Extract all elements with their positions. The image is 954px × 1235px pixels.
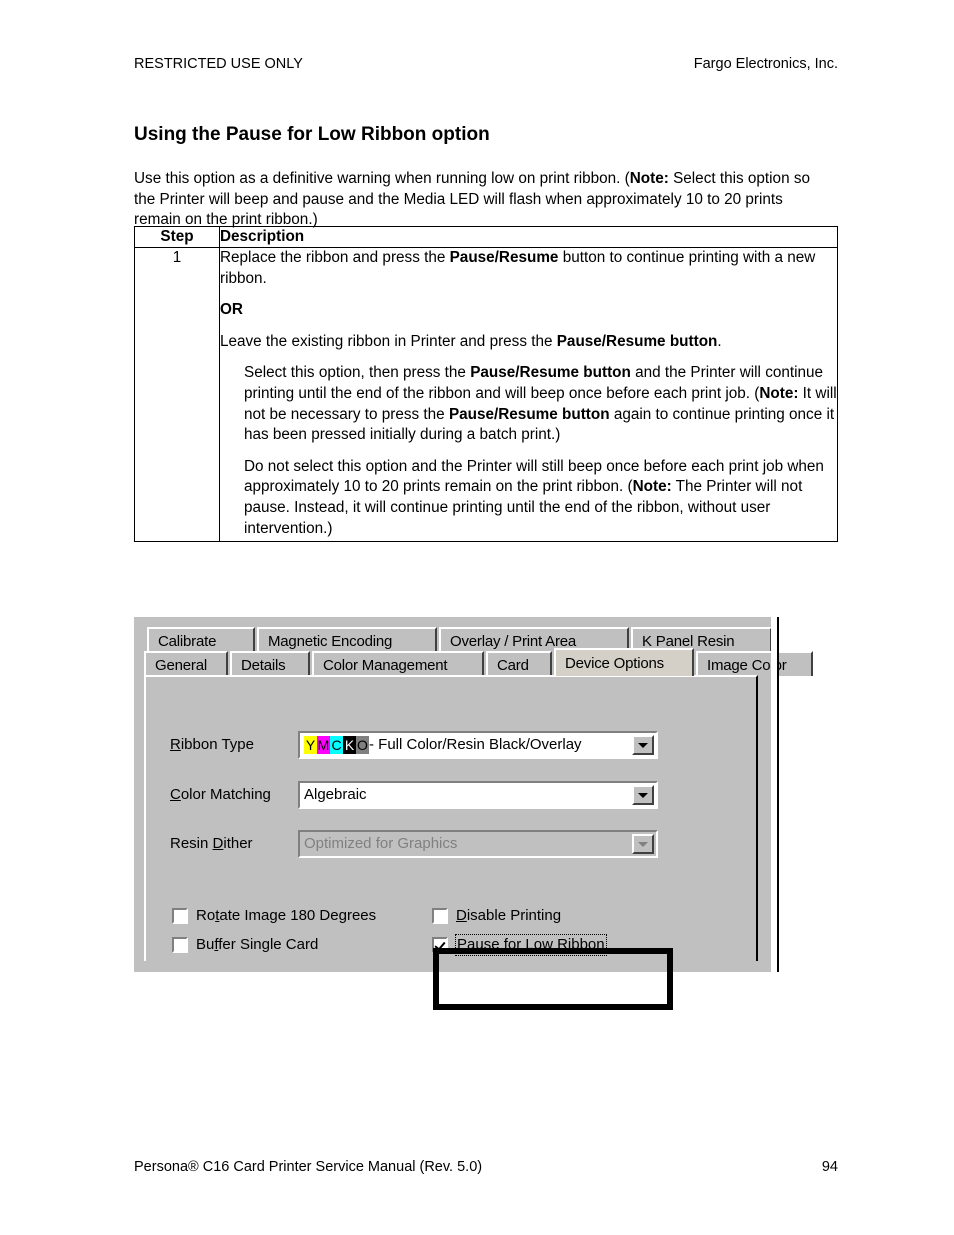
resin-dither-value: Optimized for Graphics: [304, 835, 458, 852]
chevron-down-icon[interactable]: [632, 785, 654, 805]
checkbox-row-pause-for-low-ribbon[interactable]: Pause for Low Ribbon: [432, 930, 607, 959]
color-matching-label-mnemonic: C: [170, 786, 181, 803]
p1-b: Pause/Resume: [449, 249, 559, 266]
footer-page-number: 94: [821, 1159, 838, 1175]
checkbox-row-rotate-image-180-degrees[interactable]: Rotate Image 180 Degrees: [172, 901, 376, 930]
checkbox-rotate-image-180-degrees[interactable]: [172, 907, 188, 924]
label-pre: Bu: [196, 935, 215, 953]
p3-e: Pause/Resume button: [448, 405, 610, 423]
p2-b: Pause/Resume button: [556, 332, 718, 350]
p1-a: Replace the ribbon and press the: [220, 249, 450, 266]
label-rest: ate Image 180 Degrees: [219, 906, 377, 924]
color-matching-combobox[interactable]: Algebraic: [298, 781, 658, 809]
desc-paragraph-3: Select this option, then press the Pause…: [244, 363, 837, 445]
ribbon-type-label: Ribbon Type: [170, 735, 298, 755]
ribbon-panel-chip-k: K: [343, 736, 356, 754]
cell-step-number: 1: [134, 246, 220, 543]
page-footer: Persona® C16 Card Printer Service Manual…: [134, 1158, 838, 1176]
checkbox-label-rotate-image-180-degrees[interactable]: Rotate Image 180 Degrees: [196, 906, 376, 926]
table-row: 1 Replace the ribbon and press the Pause…: [134, 246, 838, 543]
intro-note-label: Note:: [629, 170, 669, 188]
color-matching-label: Color Matching: [170, 785, 298, 805]
tab-image-color[interactable]: Image Color: [696, 651, 813, 676]
checkbox-column-right: Disable Printing Pause for Low Ribbon: [432, 901, 607, 959]
intro-part1: Use this option as a definitive warning …: [134, 170, 630, 188]
checkbox-label-buffer-single-card[interactable]: Buffer Single Card: [196, 935, 318, 955]
running-head-right: Fargo Electronics, Inc.: [693, 56, 838, 72]
desc-or-label: OR: [220, 301, 243, 319]
p4-note: Note:: [632, 478, 672, 496]
checkbox-row-buffer-single-card[interactable]: Buffer Single Card: [172, 930, 376, 959]
p3-a: Select this option, then press the: [244, 364, 471, 382]
resin-dither-label-rest: ither: [223, 835, 253, 852]
desc-paragraph-2: Leave the existing ribbon in Printer and…: [220, 332, 837, 353]
tab-card[interactable]: Card: [486, 651, 552, 676]
running-head-left: RESTRICTED USE ONLY: [134, 56, 303, 72]
device-options-panel: Ribbon Type YMCKO - Full Color/Resin Bla…: [144, 675, 758, 1010]
column-header-step: Step: [134, 226, 220, 248]
ribbon-type-combobox[interactable]: YMCKO - Full Color/Resin Black/Overlay: [298, 731, 658, 759]
resin-dither-label-mnemonic: D: [212, 835, 224, 852]
checkbox-label-disable-printing[interactable]: Disable Printing: [456, 906, 561, 926]
tab-magnetic-encoding[interactable]: Magnetic Encoding: [257, 627, 437, 652]
resin-dither-combobox: Optimized for Graphics: [298, 830, 658, 858]
ribbon-type-row: Ribbon Type YMCKO - Full Color/Resin Bla…: [170, 731, 658, 759]
label-mnemonic: P: [457, 935, 468, 953]
tab-general[interactable]: General: [144, 651, 228, 676]
p3-note: Note:: [759, 384, 799, 402]
ribbon-panel-chip-c: C: [330, 736, 343, 754]
ymcko-ribbon-swatch: YMCKO: [304, 736, 369, 754]
p2-c: .: [717, 332, 722, 350]
cell-description: Replace the ribbon and press the Pause/R…: [219, 246, 838, 543]
ribbon-type-label-mnemonic: R: [170, 736, 181, 753]
ribbon-type-label-rest: ibbon Type: [180, 736, 254, 753]
printer-properties-dialog-figure: Calibrate Magnetic Encoding Overlay / Prin…: [134, 617, 813, 1010]
tab-device-options[interactable]: Device Options: [554, 648, 694, 676]
checkbox-label-pause-for-low-ribbon[interactable]: Pause for Low Ribbon: [455, 933, 607, 956]
intro-paragraph: Use this option as a definitive warning …: [134, 169, 826, 231]
checkbox-pause-for-low-ribbon[interactable]: [432, 936, 448, 953]
ribbon-type-value-text: - Full Color/Resin Black/Overlay: [369, 736, 582, 753]
tab-row-bottom: General Details Color Management Card Device…: [144, 648, 815, 676]
p3-b: Pause/Resume button: [470, 364, 631, 382]
ribbon-panel-chip-m: M: [317, 736, 330, 754]
resin-dither-label: Resin Dither: [170, 834, 298, 854]
label-rest: isable Printing: [466, 906, 562, 924]
footer-manual-title: Persona® C16 Card Printer Service Manual…: [134, 1159, 483, 1175]
color-matching-row: Color Matching Algebraic: [170, 781, 658, 809]
label-mnemonic: D: [456, 906, 467, 924]
desc-paragraph-1: Replace the ribbon and press the Pause/R…: [220, 248, 837, 289]
label-rest: ause for Low Ribbon: [467, 935, 605, 953]
chevron-down-icon: [632, 834, 654, 854]
color-matching-label-rest: olor Matching: [180, 786, 271, 803]
checkbox-buffer-single-card[interactable]: [172, 936, 188, 953]
ribbon-panel-chip-o: O: [356, 736, 369, 754]
resin-dither-label-pre: Resin: [170, 835, 213, 852]
checkbox-column-left: Rotate Image 180 Degrees Buffer Single Ca…: [172, 901, 376, 959]
p2-a: Leave the existing ribbon in Printer and…: [220, 332, 557, 350]
ribbon-type-value: YMCKO - Full Color/Resin Black/Overlay: [300, 735, 582, 755]
resin-dither-row: Resin Dither Optimized for Graphics: [170, 830, 658, 858]
label-pre: Ro: [196, 906, 216, 924]
label-rest: fer Single Card: [218, 935, 319, 953]
desc-paragraph-4: Do not select this option and the Printe…: [244, 457, 837, 539]
checkbox-row-disable-printing[interactable]: Disable Printing: [432, 901, 607, 930]
column-header-description: Description: [219, 226, 838, 248]
tab-calibrate[interactable]: Calibrate: [147, 627, 255, 652]
ribbon-panel-chip-y: Y: [304, 736, 317, 754]
chevron-down-icon[interactable]: [632, 735, 654, 755]
procedure-table: Step Description 1 Replace the ribbon an…: [134, 226, 838, 543]
tab-details[interactable]: Details: [230, 651, 310, 676]
running-head: RESTRICTED USE ONLY Fargo Electronics, I…: [134, 55, 838, 73]
tab-color-management[interactable]: Color Management: [312, 651, 484, 676]
page-title: Using the Pause for Low Ribbon option: [134, 123, 490, 145]
figure-right-edge-line: [777, 617, 779, 972]
table-header-row: Step Description: [134, 226, 838, 248]
color-matching-value: Algebraic: [304, 786, 367, 803]
checkbox-disable-printing[interactable]: [432, 907, 448, 924]
manual-page: RESTRICTED USE ONLY Fargo Electronics, I…: [0, 0, 954, 1235]
